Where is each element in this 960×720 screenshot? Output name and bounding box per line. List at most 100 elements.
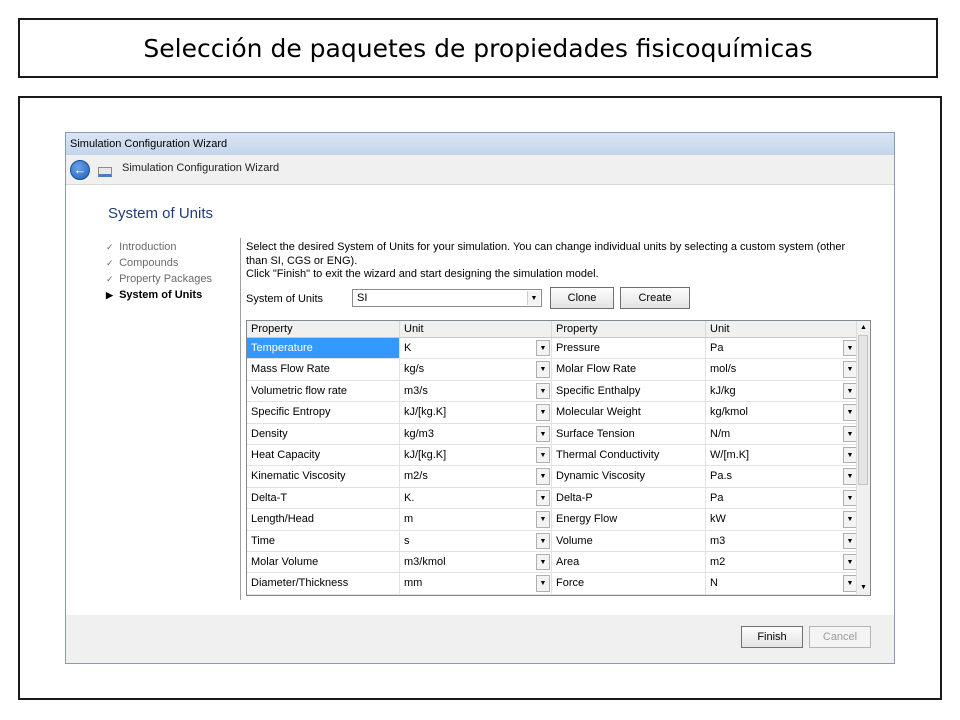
property-cell[interactable]: Kinematic Viscosity [247, 466, 400, 487]
property-cell[interactable]: Molecular Weight [552, 402, 706, 423]
chevron-down-icon[interactable]: ▼ [536, 404, 550, 421]
chevron-down-icon[interactable]: ▼ [843, 404, 857, 421]
chevron-down-icon[interactable]: ▼ [843, 382, 857, 400]
property-cell[interactable]: Length/Head [247, 509, 400, 530]
property-cell[interactable]: Delta-P [552, 487, 706, 509]
unit-cell[interactable]: mm ▼ [400, 573, 552, 594]
property-cell[interactable]: Area [552, 552, 706, 573]
chevron-down-icon[interactable]: ▼ [843, 340, 857, 357]
unit-cell[interactable]: m3/kmol ▼ [400, 552, 552, 573]
property-name: Specific Entropy [251, 406, 331, 419]
property-cell[interactable]: Specific Entropy [247, 402, 400, 423]
step-label: Compounds [119, 257, 179, 269]
unit-cell[interactable]: m2 ▼ [706, 552, 859, 573]
property-cell[interactable]: Mass Flow Rate [247, 359, 400, 380]
property-cell[interactable]: Time [247, 530, 400, 551]
property-cell[interactable]: Force [552, 573, 706, 594]
wizard-content: System of Units ✓ Introduction ✓ Compoun… [66, 185, 894, 615]
unit-cell[interactable]: s ▼ [400, 530, 552, 551]
unit-cell[interactable]: kJ/[kg.K] ▼ [400, 402, 552, 423]
property-cell[interactable]: Molar Volume [247, 552, 400, 573]
step-compounds[interactable]: ✓ Compounds [106, 255, 212, 271]
unit-cell[interactable]: Pa.s ▼ [706, 466, 859, 487]
scroll-down-icon[interactable]: ▼ [857, 581, 870, 595]
property-name: Force [556, 577, 585, 590]
chevron-down-icon[interactable]: ▼ [843, 425, 857, 442]
unit-cell[interactable]: N/m ▼ [706, 423, 859, 444]
unit-cell[interactable]: kJ/[kg.K] ▼ [400, 445, 552, 466]
property-cell[interactable]: Density [247, 423, 400, 444]
property-cell[interactable]: Specific Enthalpy [552, 380, 706, 402]
step-property-packages[interactable]: ✓ Property Packages [106, 271, 212, 287]
property-cell[interactable]: Thermal Conductivity [552, 445, 706, 466]
chevron-down-icon[interactable]: ▼ [843, 489, 857, 507]
unit-cell[interactable]: m3 ▼ [706, 530, 859, 551]
chevron-down-icon[interactable]: ▼ [843, 554, 857, 571]
chevron-down-icon[interactable]: ▼ [536, 361, 550, 378]
chevron-down-icon[interactable]: ▼ [843, 468, 857, 485]
unit-value: kJ/[kg.K] [404, 406, 447, 419]
grid-scrollbar[interactable]: ▲ ▼ [856, 321, 870, 595]
property-cell[interactable]: Pressure [552, 338, 706, 359]
property-cell[interactable]: Heat Capacity [247, 445, 400, 466]
chevron-down-icon[interactable]: ▼ [843, 532, 857, 549]
unit-cell[interactable]: K. ▼ [400, 487, 552, 509]
chevron-down-icon[interactable]: ▼ [536, 489, 550, 507]
property-cell[interactable]: Dynamic Viscosity [552, 466, 706, 487]
back-arrow-icon[interactable]: ← [70, 160, 90, 180]
chevron-down-icon[interactable]: ▼ [843, 361, 857, 378]
unit-cell[interactable]: m ▼ [400, 509, 552, 530]
chevron-down-icon[interactable]: ▼ [536, 425, 550, 442]
window-title: Simulation Configuration Wizard [70, 138, 228, 150]
description-line: Select the desired System of Units for y… [246, 241, 846, 267]
property-cell[interactable]: Volumetric flow rate [247, 380, 400, 402]
unit-cell[interactable]: kg/s ▼ [400, 359, 552, 380]
chevron-down-icon[interactable]: ▼ [536, 532, 550, 549]
cancel-button[interactable]: Cancel [809, 626, 871, 648]
column-header-unit: Unit [400, 321, 552, 337]
chevron-down-icon[interactable]: ▼ [536, 447, 550, 464]
chevron-down-icon[interactable]: ▼ [843, 447, 857, 464]
property-cell[interactable]: Surface Tension [552, 423, 706, 444]
chevron-down-icon[interactable]: ▼ [536, 511, 550, 528]
chevron-down-icon[interactable]: ▼ [843, 511, 857, 528]
unit-cell[interactable]: m2/s ▼ [400, 466, 552, 487]
property-cell[interactable]: Diameter/Thickness [247, 573, 400, 594]
clone-button[interactable]: Clone [550, 287, 614, 309]
system-of-units-select[interactable]: SI ▼ [352, 289, 542, 307]
property-cell[interactable]: Temperature [247, 338, 400, 359]
unit-cell[interactable]: mol/s ▼ [706, 359, 859, 380]
chevron-down-icon[interactable]: ▼ [536, 340, 550, 357]
unit-cell[interactable]: m3/s ▼ [400, 380, 552, 402]
unit-cell[interactable]: W/[m.K] ▼ [706, 445, 859, 466]
unit-value: kg/kmol [710, 406, 748, 419]
property-cell[interactable]: Molar Flow Rate [552, 359, 706, 380]
finish-button[interactable]: Finish [741, 626, 803, 648]
chevron-down-icon[interactable]: ▼ [536, 575, 550, 592]
property-cell[interactable]: Volume [552, 530, 706, 551]
unit-cell[interactable]: Pa ▼ [706, 487, 859, 509]
scroll-up-icon[interactable]: ▲ [857, 321, 870, 335]
scroll-thumb[interactable] [858, 335, 868, 485]
step-introduction[interactable]: ✓ Introduction [106, 239, 212, 255]
unit-cell[interactable]: kW ▼ [706, 509, 859, 530]
unit-cell[interactable]: Pa ▼ [706, 338, 859, 359]
current-step-arrow-icon: ▶ [106, 290, 113, 300]
property-cell[interactable]: Energy Flow [552, 509, 706, 530]
unit-cell[interactable]: N ▼ [706, 573, 859, 594]
wizard-navbar: ← Simulation Configuration Wizard [66, 155, 894, 185]
unit-cell[interactable]: kg/m3 ▼ [400, 423, 552, 444]
create-button[interactable]: Create [620, 287, 690, 309]
unit-cell[interactable]: kg/kmol ▼ [706, 402, 859, 423]
property-name: Surface Tension [556, 427, 635, 440]
chevron-down-icon[interactable]: ▼ [536, 554, 550, 571]
unit-cell[interactable]: K ▼ [400, 338, 552, 359]
chevron-down-icon[interactable]: ▼ [843, 575, 857, 592]
unit-cell[interactable]: kJ/kg ▼ [706, 380, 859, 402]
property-cell[interactable]: Delta-T [247, 487, 400, 509]
chevron-down-icon[interactable]: ▼ [527, 291, 540, 305]
chevron-down-icon[interactable]: ▼ [536, 382, 550, 400]
step-system-of-units[interactable]: ▶ System of Units [106, 287, 212, 303]
chevron-down-icon[interactable]: ▼ [536, 468, 550, 485]
description-line: Click "Finish" to exit the wizard and st… [246, 268, 599, 280]
